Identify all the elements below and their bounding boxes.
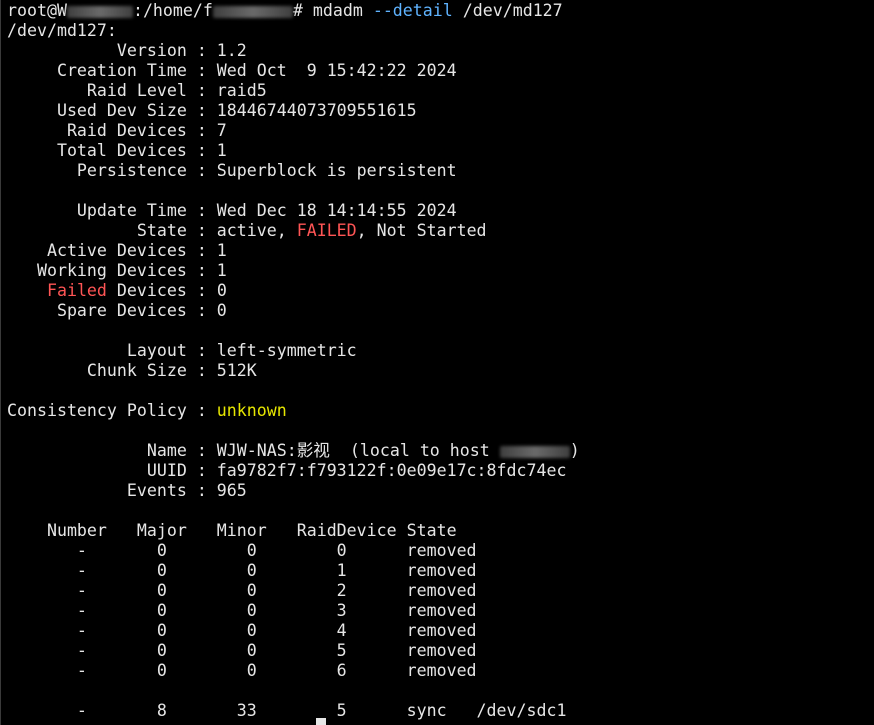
detail-active-devices: Active Devices : 1 — [7, 241, 227, 260]
detail-state: State : active, FAILED, Not Started — [7, 221, 874, 241]
consistency-value: unknown — [216, 401, 287, 420]
redacted-hostname — [66, 5, 133, 18]
redacted-username — [212, 5, 293, 18]
detail-total-devices: Total Devices : 1 — [7, 141, 227, 160]
table-row: - 8 33 5 sync /dev/sdc1 — [7, 701, 567, 720]
state-failed: FAILED — [296, 221, 357, 240]
detail-chunk-size: Chunk Size : 512K — [7, 361, 257, 380]
detail-name: Name : WJW-NAS:影视 (local to host ) — [7, 441, 874, 461]
detail-raid-level: Raid Level : raid5 — [7, 81, 267, 100]
state-label: State : active, — [7, 221, 297, 240]
detail-events: Events : 965 — [7, 481, 247, 500]
name-value: Name : WJW-NAS:影视 (local to host — [7, 441, 500, 460]
terminal-window[interactable]: root@W :/home/f # mdadm --detail /dev/md12… — [0, 0, 874, 725]
command-option: --detail — [372, 1, 453, 20]
table-row: - 0 0 3 removed — [7, 601, 477, 620]
prompt-path: :/home/f — [132, 1, 213, 20]
detail-creation-time: Creation Time : Wed Oct 9 15:42:22 2024 — [7, 61, 457, 80]
prompt-symbol: # — [292, 1, 313, 20]
detail-working-devices: Working Devices : 1 — [7, 261, 227, 280]
detail-used-dev-size: Used Dev Size : 18446744073709551615 — [7, 101, 417, 120]
detail-spare-devices: Spare Devices : 0 — [7, 301, 227, 320]
failed-pad — [7, 281, 47, 300]
redacted-host — [499, 445, 570, 458]
detail-consistency-policy: Consistency Policy : unknown — [7, 401, 874, 421]
command-arg: /dev/md127 — [452, 1, 563, 20]
detail-update-time: Update Time : Wed Dec 18 14:14:55 2024 — [7, 201, 457, 220]
detail-layout: Layout : left-symmetric — [7, 341, 357, 360]
detail-uuid: UUID : fa9782f7:f793122f:0e09e17c:8fdc74… — [7, 461, 567, 480]
table-row: - 0 0 0 removed — [7, 541, 477, 560]
prompt-user: root@W — [7, 1, 67, 20]
name-close: ) — [569, 441, 580, 460]
command-prompt-line: root@W :/home/f # mdadm --detail /dev/md12… — [7, 0, 874, 21]
command-name: mdadm — [312, 1, 373, 20]
table-row: - 0 0 4 removed — [7, 621, 477, 640]
table-row: - 0 0 1 removed — [7, 561, 477, 580]
table-row: - 0 0 5 removed — [7, 641, 477, 660]
detail-persistence: Persistence : Superblock is persistent — [7, 161, 457, 180]
table-row: - 0 0 2 removed — [7, 581, 477, 600]
state-rest: , Not Started — [356, 221, 487, 240]
failed-rest: Devices : 0 — [106, 281, 227, 300]
device-header: /dev/md127: — [7, 21, 117, 40]
consistency-label: Consistency Policy : — [7, 401, 217, 420]
detail-version: Version : 1.2 — [7, 41, 247, 60]
table-row: - 0 0 6 removed — [7, 661, 477, 680]
failed-word: Failed — [46, 281, 107, 300]
detail-failed-devices: Failed Devices : 0 — [7, 281, 874, 301]
table-header: Number Major Minor RaidDevice State — [7, 521, 457, 540]
text-cursor — [316, 718, 326, 725]
detail-raid-devices: Raid Devices : 7 — [7, 121, 227, 140]
